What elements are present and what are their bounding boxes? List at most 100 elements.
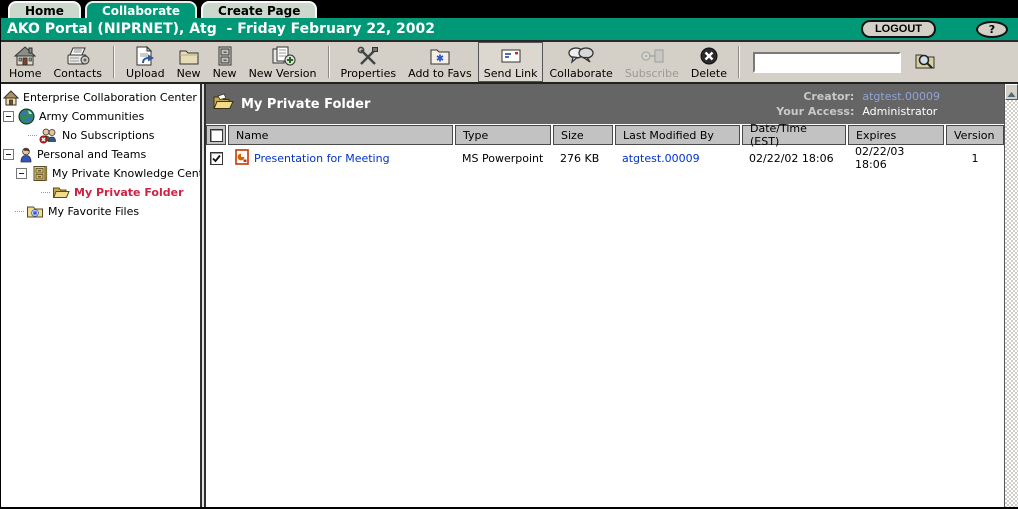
column-header-datetime[interactable]: Date/Time (EST) (742, 125, 846, 145)
new-folder-button-label: New (177, 67, 201, 80)
toolbar-separator (328, 46, 330, 78)
tree-item-my-favorite-files[interactable]: My Favorite Files (1, 202, 200, 221)
toolbar-separator (738, 46, 740, 78)
properties-button-label: Properties (341, 67, 397, 80)
select-all-checkbox[interactable] (210, 129, 223, 142)
table-header: Name Type Size Last Modified By Date/Tim… (206, 124, 1004, 145)
column-header-expires[interactable]: Expires (848, 125, 944, 145)
creator-link[interactable]: atgtest.00009 (862, 90, 940, 103)
tree-connector (28, 135, 37, 136)
tree-item-label: My Favorite Files (48, 205, 139, 218)
add-to-favs-button-label: Add to Favs (408, 67, 472, 80)
tree-connector (41, 192, 50, 193)
tree-item-my-private-knowledge-center[interactable]: My Private Knowledge Center (1, 164, 200, 183)
upload-button[interactable]: Upload (120, 42, 171, 82)
collaborate-icon (567, 45, 595, 67)
contacts-button[interactable]: Contacts (47, 42, 108, 82)
search-button[interactable] (911, 50, 939, 74)
delete-button-label: Delete (691, 67, 727, 80)
subscribe-button[interactable]: Subscribe (619, 42, 685, 82)
logout-button[interactable]: LOGOUT (861, 20, 936, 38)
tab-home[interactable]: Home (8, 1, 81, 18)
contacts-icon (65, 45, 91, 67)
subscribe-icon (639, 45, 665, 67)
column-header-last-modified-by[interactable]: Last Modified By (615, 125, 740, 145)
collaborate-button-label: Collaborate (549, 67, 612, 80)
add-to-favs-icon (428, 45, 452, 67)
tree-connector (15, 211, 24, 212)
file-name-link[interactable]: Presentation for Meeting (254, 152, 390, 165)
folder-fav-icon (26, 204, 44, 219)
access-label: Your Access: (776, 105, 854, 118)
creator-label: Creator: (776, 90, 854, 103)
select-all-header-cell (206, 125, 226, 145)
tree-item-label: Enterprise Collaboration Center (23, 91, 197, 104)
powerpoint-file-icon (235, 149, 249, 168)
toolbar: Home Contacts Upload New New New Version… (1, 42, 1018, 84)
folder-open-icon (212, 93, 234, 115)
scroll-up-button[interactable] (1005, 84, 1018, 100)
send-link-button-label: Send Link (484, 67, 538, 80)
collaborate-button[interactable]: Collaborate (543, 42, 618, 82)
send-link-icon (499, 45, 523, 67)
person-icon (18, 147, 33, 163)
tree-item-enterprise-collaboration-center[interactable]: Enterprise Collaboration Center (1, 88, 200, 107)
home-button-label: Home (9, 67, 41, 80)
title-bar: AKO Portal (NIPRNET), Atg - Friday Febru… (1, 18, 1018, 42)
toolbar-separator (113, 46, 115, 78)
file-list-empty-area (206, 171, 1004, 507)
row-checkbox[interactable] (210, 152, 223, 165)
tab-create-page[interactable]: Create Page (201, 1, 317, 18)
file-expires: 02/22/03 18:06 (848, 145, 944, 171)
new-item-button-label: New (213, 67, 237, 80)
search-input[interactable] (753, 52, 901, 73)
scroll-up-arrow-icon (1007, 83, 1016, 102)
column-header-version[interactable]: Version (946, 125, 1004, 145)
people-x-icon (39, 128, 58, 144)
properties-button[interactable]: Properties (335, 42, 403, 82)
collapse-expander-icon[interactable] (16, 168, 27, 179)
new-cabinet-icon (215, 45, 235, 67)
new-folder-icon (177, 45, 201, 67)
tab-collaborate[interactable]: Collaborate (85, 1, 197, 18)
column-header-type[interactable]: Type (455, 125, 551, 145)
tree-item-no-subscriptions[interactable]: No Subscriptions (1, 126, 200, 145)
house-icon (3, 90, 19, 106)
file-datetime: 02/22/02 18:06 (742, 152, 846, 165)
home-button[interactable]: Home (3, 42, 47, 82)
new-item-button[interactable]: New (207, 42, 243, 82)
tree-item-my-private-folder[interactable]: My Private Folder (1, 183, 200, 202)
tree-item-label: My Private Folder (74, 186, 184, 199)
collapse-expander-icon[interactable] (3, 149, 14, 160)
globe-icon (18, 108, 35, 125)
file-version: 1 (946, 152, 1004, 165)
tree-item-label: Personal and Teams (37, 148, 146, 161)
tree-item-personal-and-teams[interactable]: Personal and Teams (1, 145, 200, 164)
content-area: Enterprise Collaboration Center Army Com… (1, 84, 1018, 507)
subscribe-button-label: Subscribe (625, 67, 679, 80)
new-version-button[interactable]: New Version (243, 42, 323, 82)
vertical-scrollbar[interactable] (1004, 84, 1018, 507)
delete-button[interactable]: Delete (685, 42, 733, 82)
tree-item-label: No Subscriptions (62, 129, 155, 142)
search-folder-icon (913, 50, 937, 74)
contacts-button-label: Contacts (53, 67, 102, 80)
new-version-icon (270, 45, 296, 67)
folder-header: My Private Folder Creator: atgtest.00009… (206, 84, 1004, 124)
add-to-favs-button[interactable]: Add to Favs (402, 42, 478, 82)
new-version-button-label: New Version (249, 67, 317, 80)
folder-open-icon (52, 185, 70, 200)
tree-item-label: My Private Knowledge Center (52, 167, 200, 180)
home-icon (13, 45, 37, 67)
file-type: MS Powerpoint (455, 152, 551, 165)
delete-icon (699, 45, 719, 67)
modified-by-link[interactable]: atgtest.00009 (622, 152, 700, 165)
new-folder-button[interactable]: New (171, 42, 207, 82)
column-header-name[interactable]: Name (228, 125, 453, 145)
help-button[interactable]: ? (976, 21, 1008, 38)
tree-item-army-communities[interactable]: Army Communities (1, 107, 200, 126)
column-header-size[interactable]: Size (553, 125, 613, 145)
main-panel: My Private Folder Creator: atgtest.00009… (206, 84, 1004, 507)
collapse-expander-icon[interactable] (3, 111, 14, 122)
send-link-button[interactable]: Send Link (478, 42, 544, 82)
